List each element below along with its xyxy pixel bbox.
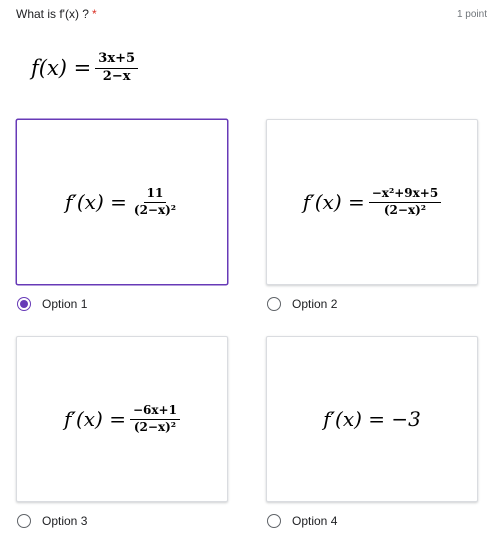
question-title: What is f'(x) ? * [16, 7, 97, 21]
option-3-radio-row[interactable]: Option 3 [17, 514, 87, 528]
option-3-formula: f′(x) = −6x+1 (2−x)² [64, 403, 180, 435]
option-3-label[interactable]: Option 3 [42, 514, 87, 528]
option-4-radio[interactable] [267, 514, 281, 528]
option-1-label[interactable]: Option 1 [42, 297, 87, 311]
option-3-numerator: −6x+1 [129, 403, 180, 420]
formula-fraction: 3x+5 2−x [95, 51, 139, 85]
option-2-formula: f′(x) = −x²+9x+5 (2−x)² [302, 186, 442, 218]
option-1-numerator: 11 [143, 186, 167, 203]
option-2-denominator: (2−x)² [383, 202, 427, 217]
option-4-radio-row[interactable]: Option 4 [267, 514, 337, 528]
option-4-formula: f′(x) = −3 [323, 407, 421, 431]
option-1-fraction: 11 (2−x)² [131, 186, 179, 218]
option-1-formula: f′(x) = 11 (2−x)² [64, 186, 179, 218]
option-3-denominator: (2−x)² [133, 419, 177, 434]
option-2-radio-row[interactable]: Option 2 [267, 297, 337, 311]
option-3-fraction: −6x+1 (2−x)² [129, 403, 180, 435]
option-4-card[interactable]: f′(x) = −3 [266, 336, 478, 502]
option-2-numerator: −x²+9x+5 [368, 186, 442, 203]
required-asterisk: * [91, 7, 97, 21]
formula-numerator: 3x+5 [95, 51, 139, 69]
option-4-expression: f′(x) = −3 [323, 407, 421, 431]
option-3-card[interactable]: f′(x) = −6x+1 (2−x)² [16, 336, 228, 502]
formula-lhs: f(x) = [31, 56, 92, 81]
option-2-radio[interactable] [267, 297, 281, 311]
option-2-card[interactable]: f′(x) = −x²+9x+5 (2−x)² [266, 119, 478, 285]
option-1-denominator: (2−x)² [133, 202, 177, 217]
option-2-fraction: −x²+9x+5 (2−x)² [368, 186, 442, 218]
option-1-radio[interactable] [17, 297, 31, 311]
option-2-lhs: f′(x) = [302, 190, 365, 214]
option-4-label[interactable]: Option 4 [292, 514, 337, 528]
option-3-lhs: f′(x) = [64, 407, 126, 431]
option-1-radio-row[interactable]: Option 1 [17, 297, 87, 311]
question-text: What is f'(x) ? [16, 7, 89, 21]
option-2-label[interactable]: Option 2 [292, 297, 337, 311]
question-formula: f(x) = 3x+5 2−x [31, 51, 139, 85]
option-1-card[interactable]: f′(x) = 11 (2−x)² [16, 119, 228, 285]
formula-denominator: 2−x [102, 68, 131, 84]
radio-selected-dot [20, 300, 28, 308]
option-3-radio[interactable] [17, 514, 31, 528]
points-label: 1 point [456, 9, 487, 20]
option-1-lhs: f′(x) = [64, 190, 127, 214]
